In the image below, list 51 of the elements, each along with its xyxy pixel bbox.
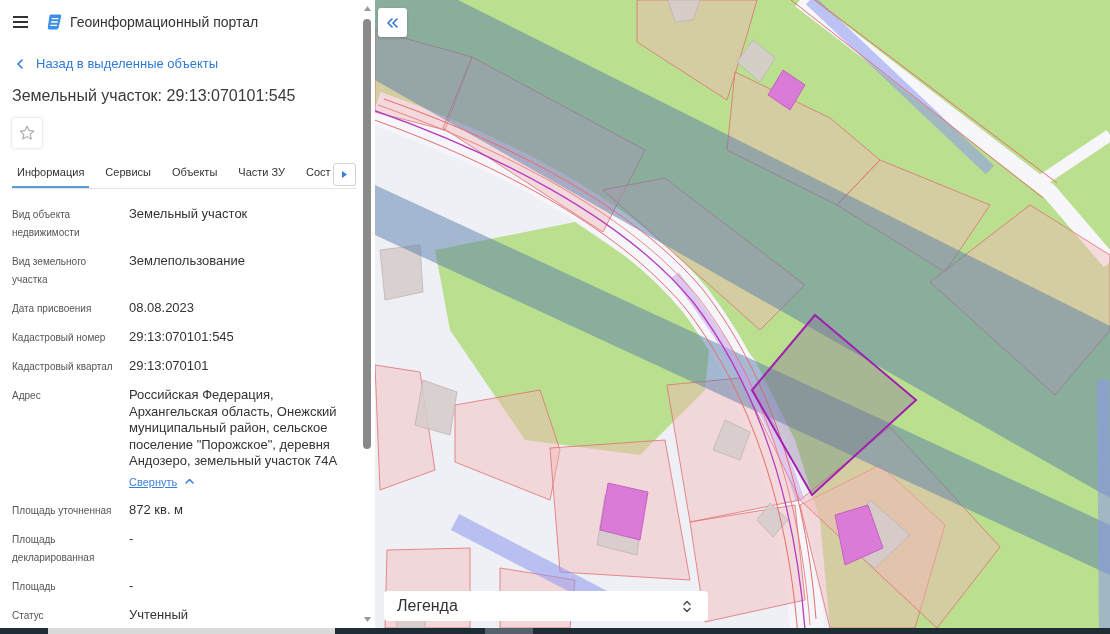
legend-select[interactable]: Легенда	[384, 591, 708, 621]
back-link[interactable]: Назад в выделенные объекты	[12, 55, 219, 73]
chevron-left-icon	[17, 59, 23, 69]
double-chevron-left-icon	[387, 17, 398, 28]
tab[interactable]: Части ЗУ	[233, 158, 290, 188]
property-label: Вид объекта недвижимости	[12, 208, 81, 240]
logo-icon	[47, 14, 62, 30]
building-footprint	[736, 39, 776, 83]
scroll-down-icon	[363, 617, 371, 622]
marked-building	[834, 504, 884, 566]
property-value: -	[129, 577, 134, 595]
property-value: Земельный участок	[129, 206, 248, 223]
object-title: Земельный участок: 29:13:070101:545	[12, 86, 297, 106]
building-footprint	[667, 0, 701, 23]
property-value: 872 кв. м	[129, 501, 184, 519]
tab[interactable]: Сост	[301, 158, 336, 188]
marked-building	[599, 482, 649, 541]
property-label: Адрес	[12, 389, 41, 403]
app-title: Геоинформационный портал	[70, 12, 259, 32]
collapse-panel-button[interactable]	[378, 8, 407, 37]
scrollbar-thumb[interactable]	[363, 19, 371, 449]
property-label: Дата присвоения	[12, 302, 92, 316]
building-footprint	[379, 244, 424, 301]
property-label: Кадастровый номер	[12, 331, 106, 345]
collapse-link[interactable]: Свернуть	[129, 472, 195, 491]
building-footprint	[414, 379, 458, 436]
tab[interactable]: Сервисы	[100, 158, 156, 188]
marked-building	[767, 69, 806, 111]
property-value: -	[129, 530, 134, 548]
property-value: Землепользование	[129, 253, 245, 270]
tab[interactable]: Информация	[12, 158, 90, 188]
building-footprint	[756, 502, 789, 538]
property-label: Площадь декларированная	[12, 532, 96, 565]
property-value: Российская Федерация, Архангельская область, Онежский муниципальный район, сельское поселение "Порожское", деревня Андозеро, земельный участок 74А	[129, 387, 339, 470]
menu-icon	[13, 16, 28, 28]
property-label: Площадь уточненная	[12, 503, 112, 518]
property-label: Вид земельного участка	[12, 255, 88, 287]
property-value: Учтенный	[129, 606, 189, 624]
property-label: Статус	[12, 608, 44, 623]
favorite-button[interactable]	[12, 118, 42, 148]
scroll-up-icon	[363, 6, 371, 11]
property-value: 29:13:070101:545	[129, 329, 234, 346]
menu-button[interactable]	[12, 15, 29, 29]
property-value: 08.08.2023	[129, 300, 195, 317]
tab[interactable]: Объекты	[166, 158, 223, 188]
property-value: 29:13:070101	[129, 358, 209, 375]
chevron-up-down-icon	[683, 599, 691, 613]
property-label: Площадь	[12, 579, 56, 594]
tab-scroll-button[interactable]	[333, 163, 356, 186]
caret-right-icon	[342, 171, 347, 178]
property-label: Кадастровый квартал	[12, 360, 113, 374]
